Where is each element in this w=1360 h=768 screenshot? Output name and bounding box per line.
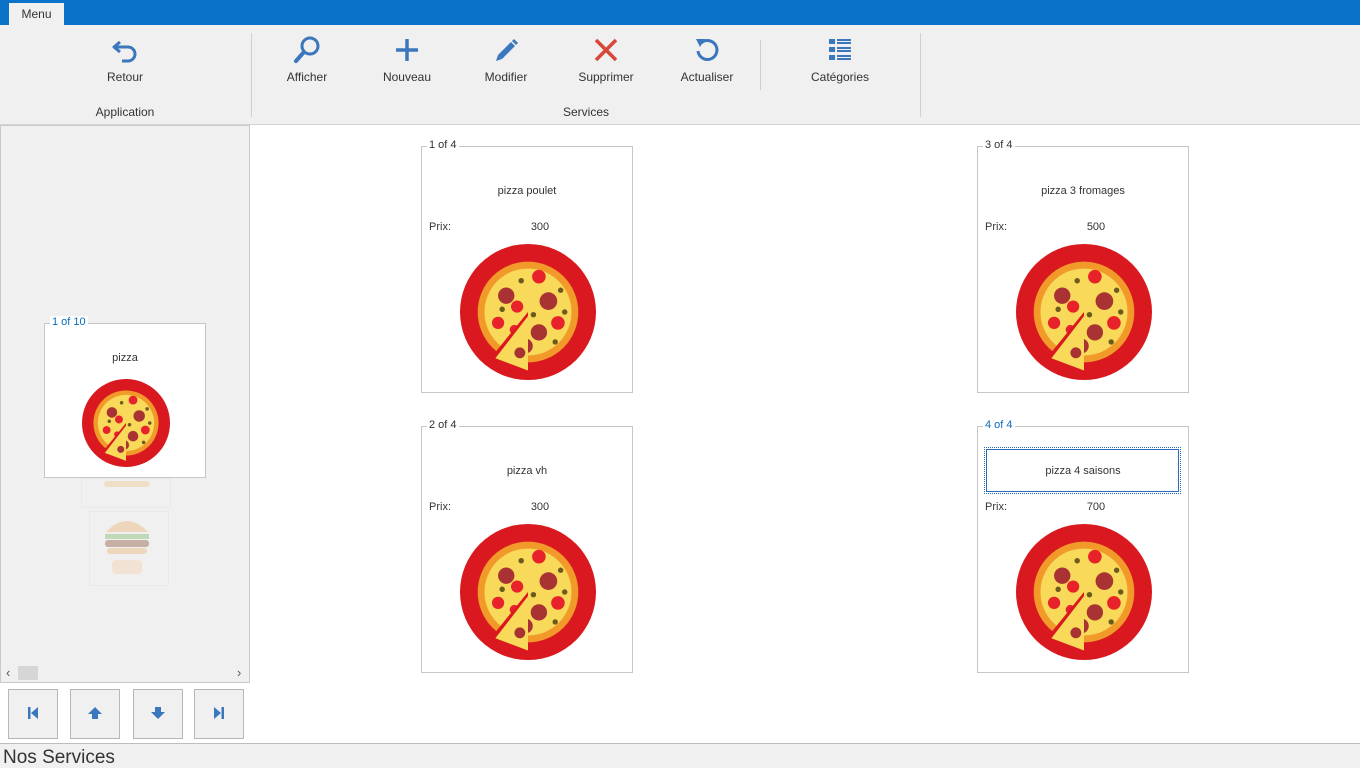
category-card-title: pizza <box>112 352 138 364</box>
scrollbar-thumb[interactable] <box>18 666 38 680</box>
nouveau-button[interactable]: Nouveau <box>362 35 452 91</box>
price-label: Prix: <box>985 221 1007 233</box>
title-bar: Menu <box>0 0 1360 25</box>
price-value: 700 <box>1086 501 1106 513</box>
categories-panel: 1 of 10 pizza <box>0 125 250 683</box>
cross-icon <box>591 35 621 65</box>
ghost-card <box>81 478 171 508</box>
nav-last-button[interactable] <box>194 689 244 739</box>
price-value: 300 <box>530 221 550 233</box>
nav-next-button[interactable] <box>133 689 183 739</box>
nav-first-button[interactable] <box>8 689 58 739</box>
service-card-legend: 4 of 4 <box>983 419 1015 431</box>
category-card-legend: 1 of 10 <box>50 316 88 328</box>
ribbon-divider <box>251 33 252 117</box>
scroll-left-icon[interactable]: ‹ <box>6 665 10 680</box>
price-label: Prix: <box>429 501 451 513</box>
service-card[interactable]: 2 of 4 pizza vh Prix: 300 <box>421 419 633 673</box>
magnifier-icon <box>292 35 322 65</box>
service-card-title: pizza 4 saisons <box>1045 465 1121 477</box>
price-label: Prix: <box>985 501 1007 513</box>
service-card[interactable]: 3 of 4 pizza 3 fromages Prix: 500 <box>977 139 1189 393</box>
afficher-button[interactable]: Afficher <box>262 35 352 91</box>
burger-image <box>104 481 150 487</box>
first-icon <box>26 706 40 723</box>
scroll-right-icon[interactable]: › <box>237 665 241 680</box>
pizza-image <box>82 379 170 467</box>
service-card-legend: 3 of 4 <box>983 139 1015 151</box>
burger-image <box>105 521 149 574</box>
categories-button[interactable]: Catégories <box>795 35 885 91</box>
arrow-up-icon <box>88 706 102 722</box>
pizza-image <box>1016 244 1152 380</box>
group-label-services: Services <box>562 105 609 119</box>
actualiser-button[interactable]: Actualiser <box>662 35 752 91</box>
service-card-title: pizza 3 fromages <box>1041 185 1125 197</box>
modifier-button[interactable]: Modifier <box>461 35 551 91</box>
retour-button[interactable]: Retour <box>80 35 170 91</box>
horizontal-scrollbar[interactable]: ‹ › <box>1 664 249 682</box>
last-icon <box>212 706 226 723</box>
service-card[interactable]: 1 of 4 pizza poulet Prix: 300 <box>421 139 633 393</box>
service-card-selected[interactable]: 4 of 4 pizza 4 saisons Prix: 700 <box>977 419 1189 673</box>
ribbon-divider <box>760 40 761 90</box>
actualiser-label: Actualiser <box>680 70 734 84</box>
service-card-legend: 2 of 4 <box>427 419 459 431</box>
refresh-icon <box>692 35 722 65</box>
ribbon-divider <box>920 33 921 117</box>
status-bar: Nos Services <box>0 743 1360 768</box>
modifier-label: Modifier <box>484 70 528 84</box>
pencil-icon <box>491 35 521 65</box>
nav-previous-button[interactable] <box>70 689 120 739</box>
price-label: Prix: <box>429 221 451 233</box>
afficher-label: Afficher <box>286 70 328 84</box>
nouveau-label: Nouveau <box>382 70 432 84</box>
supprimer-label: Supprimer <box>578 70 634 84</box>
undo-icon <box>110 35 140 65</box>
pizza-image <box>460 244 596 380</box>
arrow-down-icon <box>151 706 165 722</box>
service-card-title: pizza poulet <box>497 185 557 197</box>
list-icon <box>825 35 855 65</box>
pizza-image <box>1016 524 1152 660</box>
plus-icon <box>392 35 422 65</box>
status-text: Nos Services <box>3 747 115 768</box>
retour-label: Retour <box>106 70 144 84</box>
service-card-title: pizza vh <box>506 465 548 477</box>
price-value: 500 <box>1086 221 1106 233</box>
menu-tab[interactable]: Menu <box>9 3 64 25</box>
price-value: 300 <box>530 501 550 513</box>
ghost-card <box>89 511 169 586</box>
pizza-image <box>460 524 596 660</box>
categories-label: Catégories <box>810 70 870 84</box>
category-card[interactable]: 1 of 10 pizza <box>44 316 206 478</box>
service-card-legend: 1 of 4 <box>427 139 459 151</box>
ribbon: Retour Application Afficher Nouveau Modi… <box>0 25 1360 125</box>
supprimer-button[interactable]: Supprimer <box>561 35 651 91</box>
group-label-application: Application <box>95 105 155 119</box>
